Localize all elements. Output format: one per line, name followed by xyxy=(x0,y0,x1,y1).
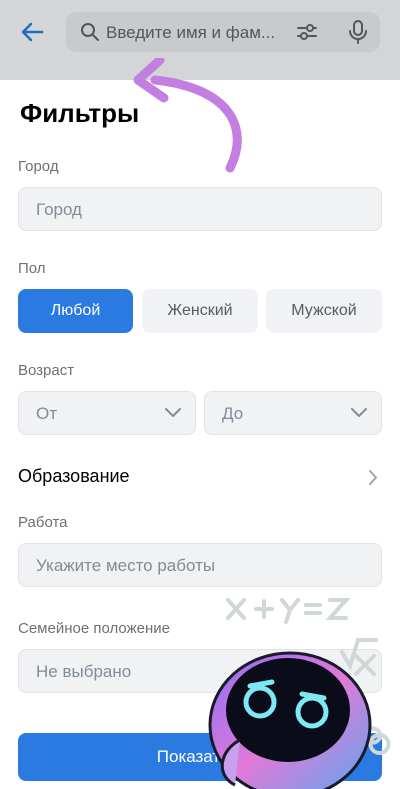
city-label: Город xyxy=(18,158,59,175)
work-input[interactable]: Укажите место работы xyxy=(18,543,382,587)
age-to-select[interactable]: До xyxy=(204,391,382,435)
gender-option-male[interactable]: Мужской xyxy=(266,289,382,333)
gender-option-any[interactable]: Любой xyxy=(18,289,133,333)
chevron-down-icon xyxy=(351,408,367,417)
age-from-select[interactable]: От xyxy=(18,391,196,435)
age-to-value: До xyxy=(222,404,244,423)
age-from-value: От xyxy=(36,404,58,423)
age-label: Возраст xyxy=(18,362,75,379)
robot-sticker xyxy=(208,598,391,789)
education-row[interactable]: Образование xyxy=(18,466,382,490)
marital-value: Не выбрано xyxy=(36,662,132,681)
work-placeholder: Укажите место работы xyxy=(36,556,216,575)
marital-label: Семейное положение xyxy=(18,620,170,637)
city-input[interactable]: Город xyxy=(18,187,382,231)
gender-label: Пол xyxy=(18,260,46,277)
work-label: Работа xyxy=(18,514,68,531)
city-placeholder: Город xyxy=(36,200,82,219)
chevron-down-icon xyxy=(165,408,181,417)
gender-option-female[interactable]: Женский xyxy=(142,289,258,333)
curved-arrow-icon xyxy=(133,58,242,173)
education-label: Образование xyxy=(18,466,130,486)
chevron-right-icon xyxy=(369,470,377,485)
sheet-title: Фильтры xyxy=(20,98,140,128)
